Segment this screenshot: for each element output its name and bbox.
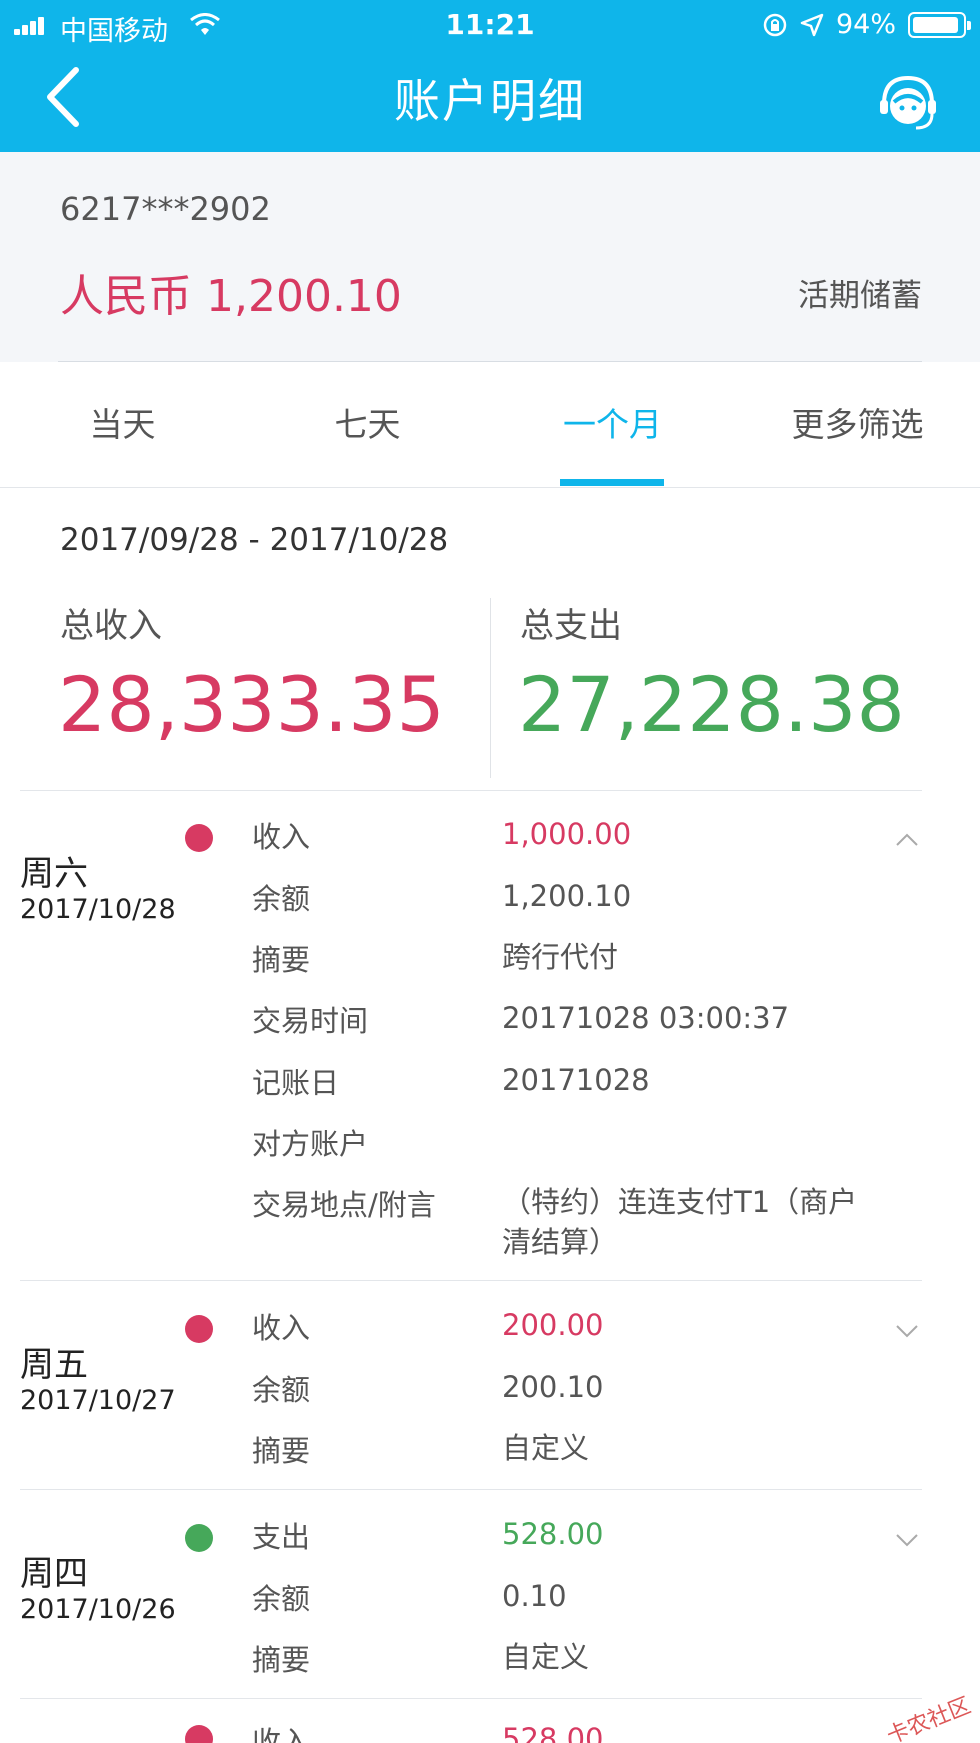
account-balance: 人民币 1,200.10 [60,271,402,322]
txn-key: 交易时间 [252,1004,369,1038]
txn-key: 余额 [252,882,311,916]
txn-amount: 200.00 [502,1308,604,1342]
total-income-label: 总收入 [60,606,162,646]
txn-key: 摘要 [252,943,311,977]
txn-value: 20171028 [502,1063,650,1097]
income-dot-icon [185,1725,213,1743]
txn-row: 收入 200.00 [252,1305,892,1345]
txn-row: 余额 1,200.10 [252,876,892,916]
period-tabs: 当天 七天 一个月 更多筛选 [0,362,980,488]
account-summary: 6217***2902 人民币 1,200.10 活期储蓄 [0,152,980,362]
customer-service-icon[interactable] [876,70,940,134]
expense-dot-icon [185,1524,213,1552]
txn-value: （特约）连连支付T1（商户清结算） [502,1185,858,1259]
txn-value: 0.10 [502,1579,567,1613]
txn-weekday: 周五 [20,1345,88,1385]
txn-date: 2017/10/26 [20,1594,176,1625]
account-type: 活期储蓄 [798,278,922,314]
txn-key: 记账日 [252,1066,340,1100]
txn-key: 余额 [252,1373,311,1407]
chevron-down-icon[interactable] [892,1530,922,1550]
tab-seven-days[interactable]: 七天 [275,362,460,488]
txn-value: 自定义 [502,1640,590,1674]
txn-row: 余额 200.10 [252,1367,892,1407]
txn-key: 摘要 [252,1643,311,1677]
battery-icon [908,11,971,38]
income-dot-icon [185,824,213,852]
txn-value: 自定义 [502,1431,590,1465]
income-dot-icon [185,1315,213,1343]
txn-row: 收入 528.00 [252,1719,892,1743]
txn-row: 收入 1,000.00 [252,814,892,854]
transaction-item[interactable]: 周四 2017/10/26 支出 528.00 余额 0.10 摘要 自定义 [0,1490,980,1699]
txn-amount: 528.00 [502,1722,604,1743]
transaction-item[interactable]: 周五 2017/10/27 收入 200.00 余额 200.10 摘要 自定义 [0,1281,980,1490]
chevron-down-icon[interactable] [892,1321,922,1341]
txn-key: 摘要 [252,1434,311,1468]
txn-key: 交易地点/附言 [252,1188,436,1222]
tab-today[interactable]: 当天 [30,362,215,488]
txn-key: 对方账户 [252,1127,369,1161]
txn-value: 1,200.10 [502,879,632,913]
transaction-item[interactable]: 收入 528.00 [0,1699,980,1743]
txn-row: 摘要 自定义 [252,1428,892,1468]
txn-key: 余额 [252,1582,311,1616]
txn-key: 支出 [252,1520,311,1554]
rotation-lock-icon [763,13,787,36]
chevron-up-icon[interactable] [892,830,922,850]
tab-one-month[interactable]: 一个月 [520,362,705,488]
status-right: 94% [762,9,971,40]
total-expense-label: 总支出 [520,606,622,646]
txn-row: 记账日 20171028 [252,1060,892,1100]
txn-row: 摘要 自定义 [252,1637,892,1677]
transaction-item[interactable]: 周六 2017/10/28 收入 1,000.00 余额 1,200.10 摘要… [0,790,980,1281]
page-title: 账户明细 [394,74,586,128]
divider [490,598,491,778]
battery-percent: 94% [835,9,896,40]
txn-key: 收入 [252,1311,311,1345]
total-income-value: 28,333.35 [58,660,445,749]
tab-more-filters[interactable]: 更多筛选 [765,362,950,488]
top-bar: 中国移动 11:21 94% 账户明细 [0,0,980,152]
txn-weekday: 周四 [20,1554,88,1594]
active-tab-indicator [560,479,664,486]
location-icon [800,13,824,36]
txn-key: 收入 [252,820,311,854]
txn-row: 交易时间 20171028 03:00:37 [252,998,892,1038]
txn-amount: 528.00 [502,1517,604,1551]
txn-row: 对方账户 [252,1121,892,1161]
txn-date: 2017/10/27 [20,1385,176,1416]
txn-row: 摘要 跨行代付 [252,937,892,977]
date-range: 2017/09/28 - 2017/10/28 [60,522,449,558]
total-expense-value: 27,228.38 [518,660,905,749]
txn-date: 2017/10/28 [20,894,176,925]
txn-value: 200.10 [502,1370,604,1404]
txn-amount: 1,000.00 [502,817,632,851]
txn-key: 收入 [252,1725,311,1743]
txn-value: 20171028 03:00:37 [502,1001,790,1035]
txn-row: 余额 0.10 [252,1576,892,1616]
txn-value: 跨行代付 [502,940,619,974]
status-bar: 中国移动 11:21 94% [0,0,980,50]
txn-weekday: 周六 [20,854,88,894]
txn-row: 支出 528.00 [252,1514,892,1554]
account-number: 6217***2902 [60,190,271,228]
txn-row: 交易地点/附言 （特约）连连支付T1（商户清结算） [252,1182,892,1272]
